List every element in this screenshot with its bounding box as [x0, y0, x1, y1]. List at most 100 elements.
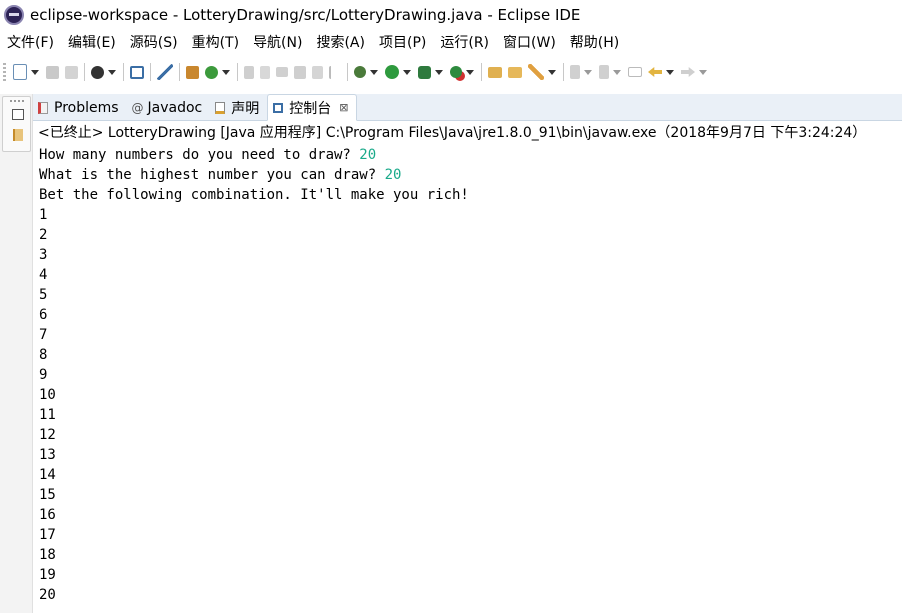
- menu-file[interactable]: 文件(F): [7, 32, 54, 52]
- problems-icon: [38, 102, 48, 114]
- back-dropdown-icon[interactable]: [666, 69, 674, 75]
- console-input-highest: 20: [384, 167, 402, 183]
- new-dropdown-icon[interactable]: [31, 69, 39, 75]
- open-task-icon: [294, 65, 306, 79]
- console-number: 5: [39, 287, 48, 303]
- menu-navigate[interactable]: 导航(N): [253, 32, 302, 52]
- run-dropdown-icon[interactable]: [403, 69, 411, 75]
- new-icon[interactable]: [13, 64, 27, 80]
- coverage-icon[interactable]: [418, 65, 431, 79]
- search-dropdown-icon[interactable]: [548, 69, 556, 75]
- skip-breakpoints-icon[interactable]: [157, 64, 173, 80]
- console-number: 11: [39, 407, 56, 423]
- restore-icon[interactable]: [12, 109, 24, 120]
- tab-problems[interactable]: Problems: [33, 96, 127, 120]
- console-number: 18: [39, 547, 56, 563]
- console-number: 14: [39, 467, 56, 483]
- minimized-view-stack[interactable]: [2, 96, 31, 152]
- tab-console[interactable]: 控制台 ⊠: [267, 94, 358, 121]
- toolbar-separator: [347, 63, 348, 81]
- tab-label: 控制台: [289, 100, 332, 117]
- refresh-icon[interactable]: [205, 65, 218, 79]
- declaration-icon: [215, 102, 226, 114]
- toolbar-separator: [150, 63, 151, 81]
- next-annotation-dropdown-icon: [584, 69, 592, 75]
- external-tools-icon[interactable]: [450, 66, 462, 78]
- menu-run[interactable]: 运行(R): [440, 32, 489, 52]
- toolbar-separator: [179, 63, 180, 81]
- debug-dropdown-icon[interactable]: [370, 69, 378, 75]
- menu-bar: 文件(F) 编辑(E) 源码(S) 重构(T) 导航(N) 搜索(A) 项目(P…: [0, 30, 902, 54]
- console-number: 17: [39, 527, 56, 543]
- console-icon: [273, 102, 284, 113]
- console-number: 12: [39, 427, 56, 443]
- refresh-dropdown-icon[interactable]: [222, 69, 230, 75]
- last-edit-icon: [628, 67, 642, 77]
- eclipse-icon: [4, 5, 24, 25]
- document-icon: [312, 65, 323, 79]
- mark-icon: [276, 67, 288, 77]
- tab-label: 声明: [231, 101, 260, 117]
- console-input-count: 20: [359, 147, 377, 163]
- console-number: 6: [39, 307, 48, 323]
- toolbar-grip[interactable]: [3, 63, 6, 81]
- left-trim-bar: [0, 94, 33, 613]
- package-explorer-icon[interactable]: [13, 129, 23, 141]
- next-annotation-icon: [570, 65, 580, 79]
- close-icon[interactable]: ⊠: [339, 101, 348, 114]
- pilcrow-icon: [329, 65, 341, 79]
- menu-edit[interactable]: 编辑(E): [68, 32, 116, 52]
- console-number: 3: [39, 247, 48, 263]
- toolbar-separator: [123, 63, 124, 81]
- save-icon: [46, 65, 59, 79]
- toolbar-separator: [84, 63, 85, 81]
- coverage-dropdown-icon[interactable]: [435, 69, 443, 75]
- prev-annotation-icon: [599, 65, 609, 79]
- open-folder-icon[interactable]: [488, 66, 502, 78]
- back-arrow-icon[interactable]: [648, 67, 662, 77]
- title-bar: eclipse-workspace - LotteryDrawing/src/L…: [0, 0, 902, 30]
- menu-help[interactable]: 帮助(H): [570, 32, 619, 52]
- menu-refactor[interactable]: 重构(T): [192, 32, 239, 52]
- console-number: 7: [39, 327, 48, 343]
- drag-handle-icon[interactable]: [10, 100, 24, 102]
- console-output[interactable]: How many numbers do you need to draw? 20…: [39, 145, 899, 613]
- package-icon[interactable]: [186, 65, 199, 79]
- console-number: 20: [39, 587, 56, 603]
- user-dropdown-icon[interactable]: [108, 69, 116, 75]
- pin-icon: [244, 65, 254, 79]
- console-number: 9: [39, 367, 48, 383]
- run-icon[interactable]: [385, 65, 399, 79]
- toolbar-separator: [481, 63, 482, 81]
- console-number: 8: [39, 347, 48, 363]
- menu-search[interactable]: 搜索(A): [316, 32, 365, 52]
- open-project-icon[interactable]: [508, 66, 522, 78]
- prev-annotation-dropdown-icon: [613, 69, 621, 75]
- console-number: 1: [39, 207, 48, 223]
- terminal-icon[interactable]: [130, 65, 144, 79]
- console-number: 15: [39, 487, 56, 503]
- save-all-icon: [65, 65, 78, 79]
- console-prompt-highest: What is the highest number you can draw?: [39, 167, 385, 183]
- console-prompt-count: How many numbers do you need to draw?: [39, 147, 360, 163]
- menu-window[interactable]: 窗口(W): [503, 32, 556, 52]
- external-tools-dropdown-icon[interactable]: [466, 69, 474, 75]
- console-number: 13: [39, 447, 56, 463]
- view-tab-bar: Problems @ Javadoc 声明 控制台 ⊠: [33, 94, 902, 121]
- console-description: <已终止> LotteryDrawing [Java 应用程序] C:\Prog…: [38, 125, 867, 141]
- console-result-line: Bet the following combination. It'll mak…: [39, 187, 469, 203]
- javadoc-icon: @: [131, 101, 144, 115]
- pen-icon: [260, 65, 270, 79]
- console-number: 19: [39, 567, 56, 583]
- menu-source[interactable]: 源码(S): [130, 32, 178, 52]
- toolbar-separator: [237, 63, 238, 81]
- tab-javadoc[interactable]: @ Javadoc: [127, 96, 211, 120]
- search-wand-icon[interactable]: [528, 64, 544, 80]
- console-number: 10: [39, 387, 56, 403]
- debug-icon[interactable]: [354, 66, 366, 78]
- forward-dropdown-icon: [699, 69, 707, 75]
- console-number: 16: [39, 507, 56, 523]
- user-icon[interactable]: [91, 65, 104, 79]
- tab-declaration[interactable]: 声明: [210, 96, 267, 120]
- menu-project[interactable]: 项目(P): [379, 32, 426, 52]
